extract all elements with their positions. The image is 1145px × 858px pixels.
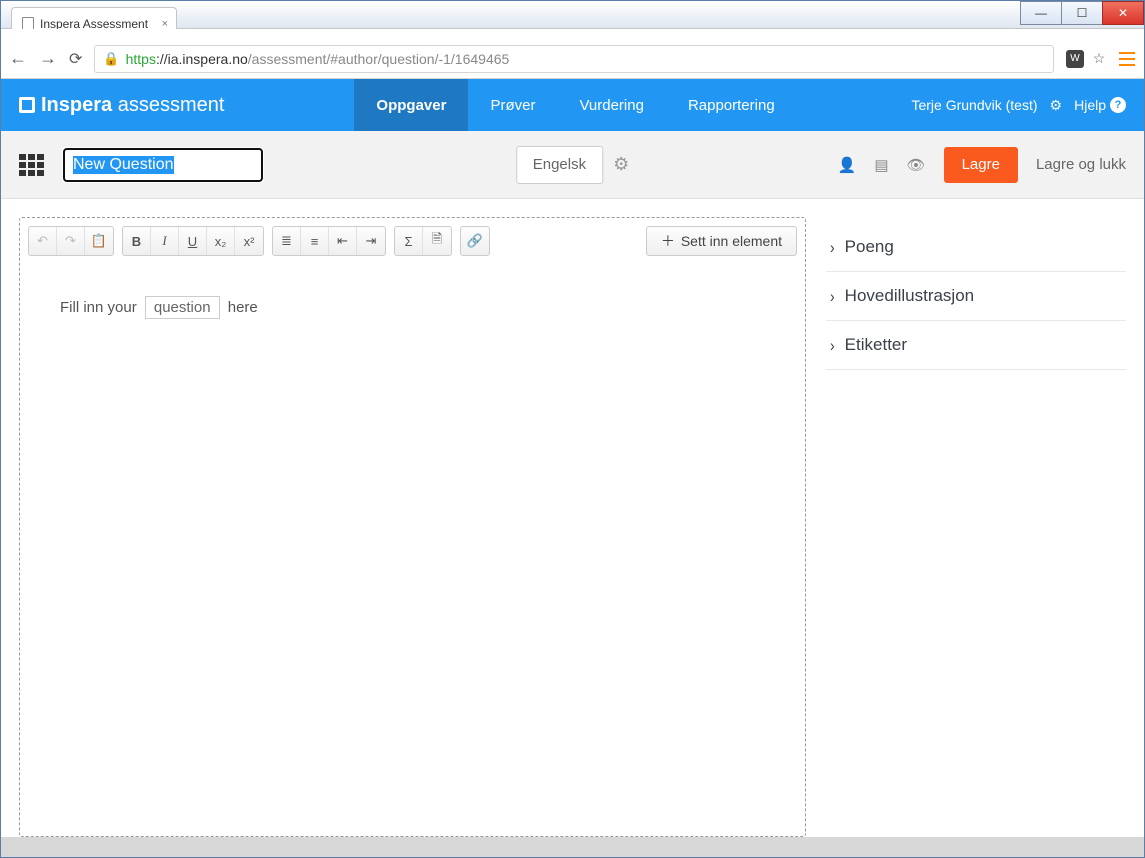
tab-close-icon[interactable]: × [162,18,168,30]
reload-button[interactable]: ⟳ [69,49,82,69]
link-button[interactable]: 🔗 [461,227,489,255]
indent-button[interactable]: ⇥ [357,227,385,255]
window-minimize-button[interactable]: — [1020,1,1062,25]
url-path: /assessment/#author/question/-1/1649465 [248,51,510,67]
question-settings-icon[interactable]: ⚙ [613,154,629,175]
plus-icon: ＋ [661,231,675,251]
bold-button[interactable]: B [123,227,151,255]
sidebar-label: Poeng [845,237,894,257]
apps-grid-icon[interactable] [19,154,45,176]
app-navbar: Inspera assessment Oppgaver Prøver Vurde… [1,79,1144,131]
equation-button[interactable]: Σ [395,227,423,255]
window-maximize-button[interactable]: ☐ [1061,1,1103,25]
settings-icon[interactable]: ⚙ [1050,97,1063,114]
paste-button[interactable]: 📋 [85,227,113,255]
forward-button[interactable]: → [39,48,57,69]
placeholder-post: here [224,299,258,316]
user-name[interactable]: Terje Grundvik (test) [911,97,1037,113]
sidebar-item-poeng[interactable]: › Poeng [826,223,1126,272]
question-title-input[interactable] [63,148,263,182]
brand-logo[interactable]: Inspera assessment [19,94,224,117]
underline-button[interactable]: U [179,227,207,255]
save-and-close-link[interactable]: Lagre og lukk [1036,156,1126,173]
bookmark-icon[interactable]: ☆ [1090,50,1108,68]
nav-item-oppgaver[interactable]: Oppgaver [354,79,468,131]
url-host: ://ia.inspera.no [156,51,248,67]
window-close-button[interactable]: ✕ [1102,1,1144,25]
chevron-right-icon: › [830,335,835,354]
insert-element-label: Sett inn element [681,233,782,249]
chevron-right-icon: › [830,286,835,305]
sidebar-item-etiketter[interactable]: › Etiketter [826,321,1126,370]
address-bar[interactable]: 🔒 https ://ia.inspera.no /assessment/#au… [94,45,1054,73]
window-titlebar: — ☐ ✕ Inspera Assessment × [1,1,1144,29]
chevron-right-icon: › [830,237,835,256]
user-icon[interactable]: 👤 [838,156,857,174]
sub-toolbar: Engelsk ⚙ 👤 ▤ 👁 Lagre Lagre og lukk [1,131,1144,199]
url-protocol: https [126,51,156,67]
sidebar-item-hovedillustrasjon[interactable]: › Hovedillustrasjon [826,272,1126,321]
page-button[interactable]: 🗎 [423,227,451,255]
preview-icon[interactable]: 👁 [907,156,926,174]
unordered-list-button[interactable]: ≡ [301,227,329,255]
nav-item-prover[interactable]: Prøver [468,79,557,131]
question-token[interactable]: question [145,296,220,319]
brand-bold: Inspera [41,94,112,116]
insert-element-button[interactable]: ＋ Sett inn element [646,226,797,256]
help-icon: ? [1110,97,1126,113]
properties-sidebar: › Poeng › Hovedillustrasjon › Etiketter [826,217,1126,837]
undo-button[interactable]: ↶ [29,227,57,255]
browser-toolbar: ← → ⟳ 🔒 https ://ia.inspera.no /assessme… [1,39,1144,79]
outdent-button[interactable]: ⇤ [329,227,357,255]
nav-item-rapportering[interactable]: Rapportering [666,79,797,131]
ordered-list-button[interactable]: ≣ [273,227,301,255]
language-button[interactable]: Engelsk [516,146,603,184]
browser-menu-button[interactable] [1118,50,1136,68]
italic-button[interactable]: I [151,227,179,255]
extension-icon[interactable]: W [1066,50,1084,68]
rich-text-toolbar: ↶ ↷ 📋 B I U x₂ x² ≣ ≡ ⇤ ⇥ [28,226,797,256]
status-bar [1,837,1144,857]
help-link[interactable]: Hjelp ? [1074,97,1126,113]
help-label: Hjelp [1074,97,1106,113]
editor-panel: ↶ ↷ 📋 B I U x₂ x² ≣ ≡ ⇤ ⇥ [19,217,806,837]
save-button[interactable]: Lagre [944,147,1018,183]
brand-light: assessment [112,94,224,116]
placeholder-pre: Fill inn your [60,299,141,316]
brand-icon [19,97,35,113]
sidebar-label: Etiketter [845,335,907,355]
redo-button[interactable]: ↷ [57,227,85,255]
nav-item-vurdering[interactable]: Vurdering [557,79,665,131]
subscript-button[interactable]: x₂ [207,227,235,255]
superscript-button[interactable]: x² [235,227,263,255]
content-area: ↶ ↷ 📋 B I U x₂ x² ≣ ≡ ⇤ ⇥ [1,199,1144,837]
lock-icon: 🔒 [103,51,119,67]
back-button[interactable]: ← [9,48,27,69]
sidebar-label: Hovedillustrasjon [845,286,974,306]
editor-canvas[interactable]: Fill inn your question here [28,268,797,828]
list-icon[interactable]: ▤ [874,156,888,174]
